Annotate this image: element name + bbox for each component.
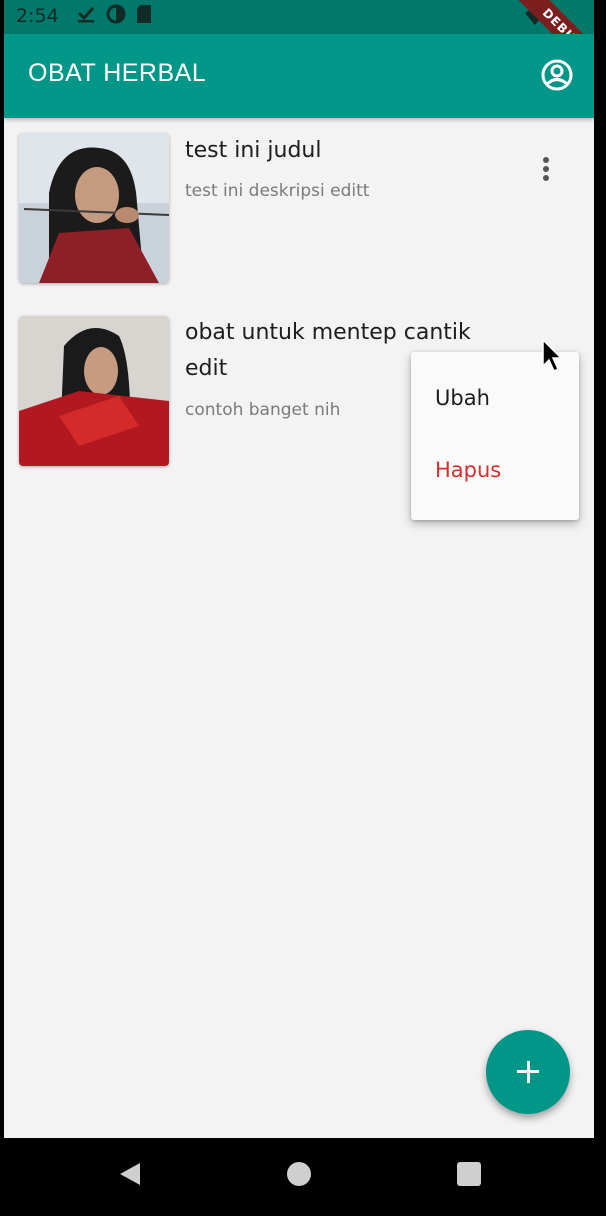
item-thumbnail: [19, 316, 169, 466]
status-bar: 2:54 DEBUG: [4, 0, 594, 83]
circle-half-icon: [106, 4, 126, 29]
list-item[interactable]: test ini judul test ini deskripsi editt: [4, 118, 594, 300]
status-time: 2:54: [16, 5, 59, 27]
more-vert-icon: [534, 157, 558, 181]
sd-card-icon: [136, 4, 152, 29]
app-screen: 2:54 DEBUG OBAT HERBAL test ini judul te…: [4, 0, 594, 1138]
account-button[interactable]: [539, 57, 575, 93]
item-thumbnail: [19, 133, 169, 283]
more-options-button[interactable]: [534, 154, 558, 186]
mouse-cursor-icon: [541, 338, 565, 374]
back-icon[interactable]: [118, 1162, 142, 1186]
app-title: OBAT HERBAL: [28, 59, 207, 87]
item-description: contoh banget nih: [185, 400, 341, 420]
menu-item-label: Ubah: [435, 386, 490, 410]
home-icon[interactable]: [287, 1162, 311, 1186]
menu-item-hapus[interactable]: Hapus: [411, 436, 579, 508]
account-circle-icon: [541, 59, 573, 91]
popup-menu: Ubah Hapus: [411, 352, 579, 520]
app-bar: OBAT HERBAL: [4, 34, 594, 118]
item-description: test ini deskripsi editt: [185, 181, 370, 201]
menu-item-ubah[interactable]: Ubah: [411, 364, 579, 436]
recents-icon[interactable]: [457, 1162, 481, 1186]
add-button[interactable]: [486, 1030, 570, 1114]
menu-item-label: Hapus: [435, 458, 502, 482]
status-icons: [76, 4, 152, 29]
checkmark-download-icon: [76, 4, 96, 29]
item-title: test ini judul: [185, 138, 322, 163]
